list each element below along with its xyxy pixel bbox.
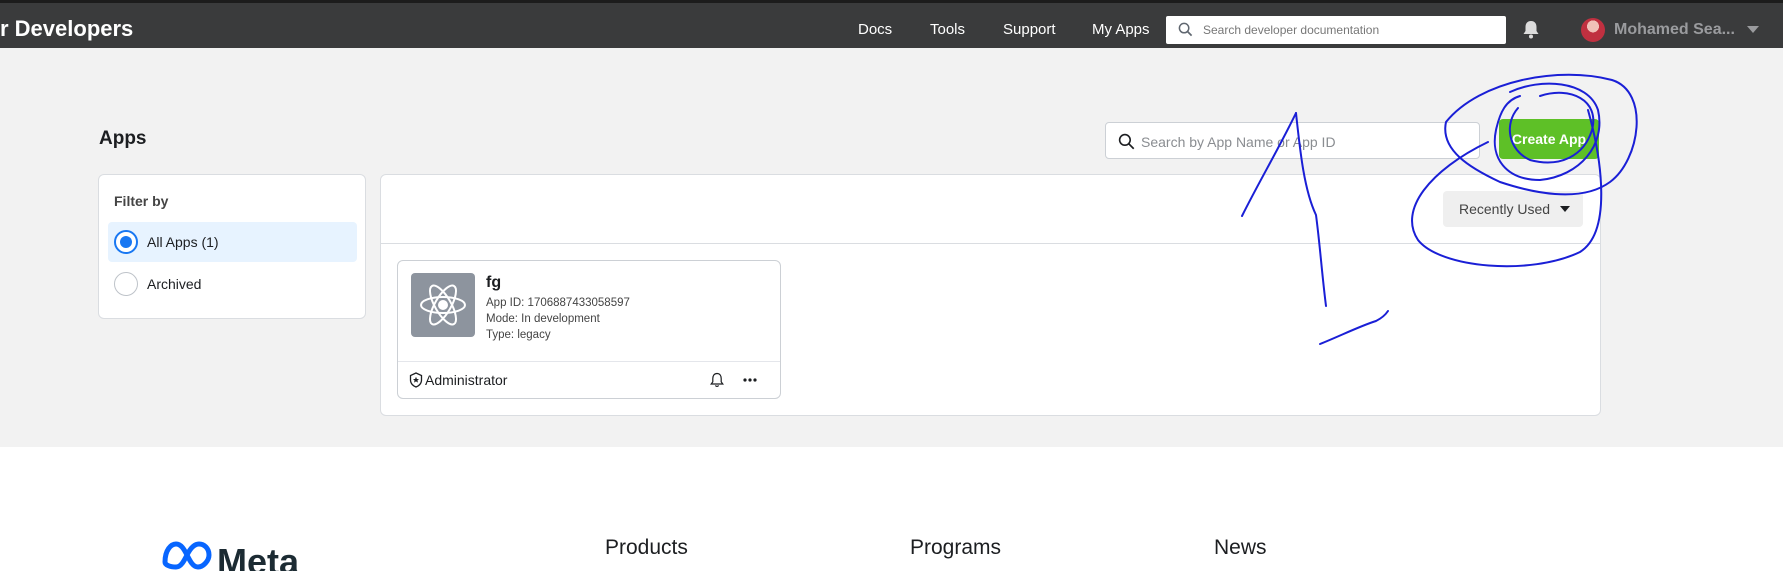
meta-logo-icon[interactable] (162, 540, 212, 571)
meta-logo-text: Meta (217, 541, 300, 571)
filter-option-archived[interactable]: Archived (108, 264, 357, 304)
sort-dropdown[interactable]: Recently Used (1443, 191, 1583, 227)
docs-search-placeholder: Search developer documentation (1203, 23, 1380, 37)
footer-heading-products: Products (605, 536, 688, 559)
divider (381, 243, 1600, 244)
more-options-icon[interactable] (742, 372, 758, 388)
app-mode: Mode: In development (486, 313, 600, 325)
app-role: Administrator (425, 372, 508, 388)
radio-button[interactable] (114, 272, 138, 296)
user-menu-chevron-down-icon[interactable] (1747, 26, 1759, 33)
footer-heading-programs: Programs (910, 536, 1002, 559)
notifications-bell-icon[interactable] (1522, 20, 1540, 39)
app-search-placeholder: Search by App Name or App ID (1141, 134, 1336, 150)
app-type: Type: legacy (486, 329, 551, 341)
app-atom-icon (411, 273, 475, 337)
sort-label: Recently Used (1459, 201, 1551, 217)
nav-tools[interactable]: Tools (930, 21, 965, 38)
chevron-down-icon (1560, 206, 1570, 212)
footer-heading-news: News (1214, 536, 1267, 559)
nav-support[interactable]: Support (1003, 21, 1056, 38)
nav-docs[interactable]: Docs (858, 21, 892, 38)
create-app-button[interactable]: Create App (1499, 119, 1599, 159)
nav-my-apps[interactable]: My Apps (1092, 21, 1150, 38)
top-navigation-bar: r Developers Docs Tools Support My Apps … (0, 0, 1783, 48)
app-name[interactable]: fg (486, 274, 501, 292)
search-icon (1118, 133, 1135, 150)
user-name[interactable]: Mohamed Sea... (1614, 21, 1735, 39)
divider (398, 361, 780, 362)
app-card[interactable]: fg App ID: 1706887433058597 Mode: In dev… (397, 260, 781, 399)
user-avatar[interactable] (1581, 18, 1605, 42)
brand-title[interactable]: r Developers (0, 16, 133, 42)
filter-title: Filter by (114, 193, 169, 209)
page-title: Apps (99, 128, 147, 149)
docs-search-input[interactable]: Search developer documentation (1166, 16, 1506, 44)
filter-option-label: All Apps (1) (147, 234, 219, 250)
search-icon (1178, 22, 1193, 37)
filter-panel: Filter by All Apps (1) Archived (98, 174, 366, 319)
app-id: App ID: 1706887433058597 (486, 297, 630, 309)
filter-option-all-apps[interactable]: All Apps (1) (108, 222, 357, 262)
app-search-input[interactable]: Search by App Name or App ID (1105, 122, 1480, 159)
filter-option-label: Archived (147, 276, 202, 292)
radio-button-selected[interactable] (114, 230, 138, 254)
shield-star-icon (409, 372, 423, 388)
bell-icon[interactable] (709, 372, 725, 388)
